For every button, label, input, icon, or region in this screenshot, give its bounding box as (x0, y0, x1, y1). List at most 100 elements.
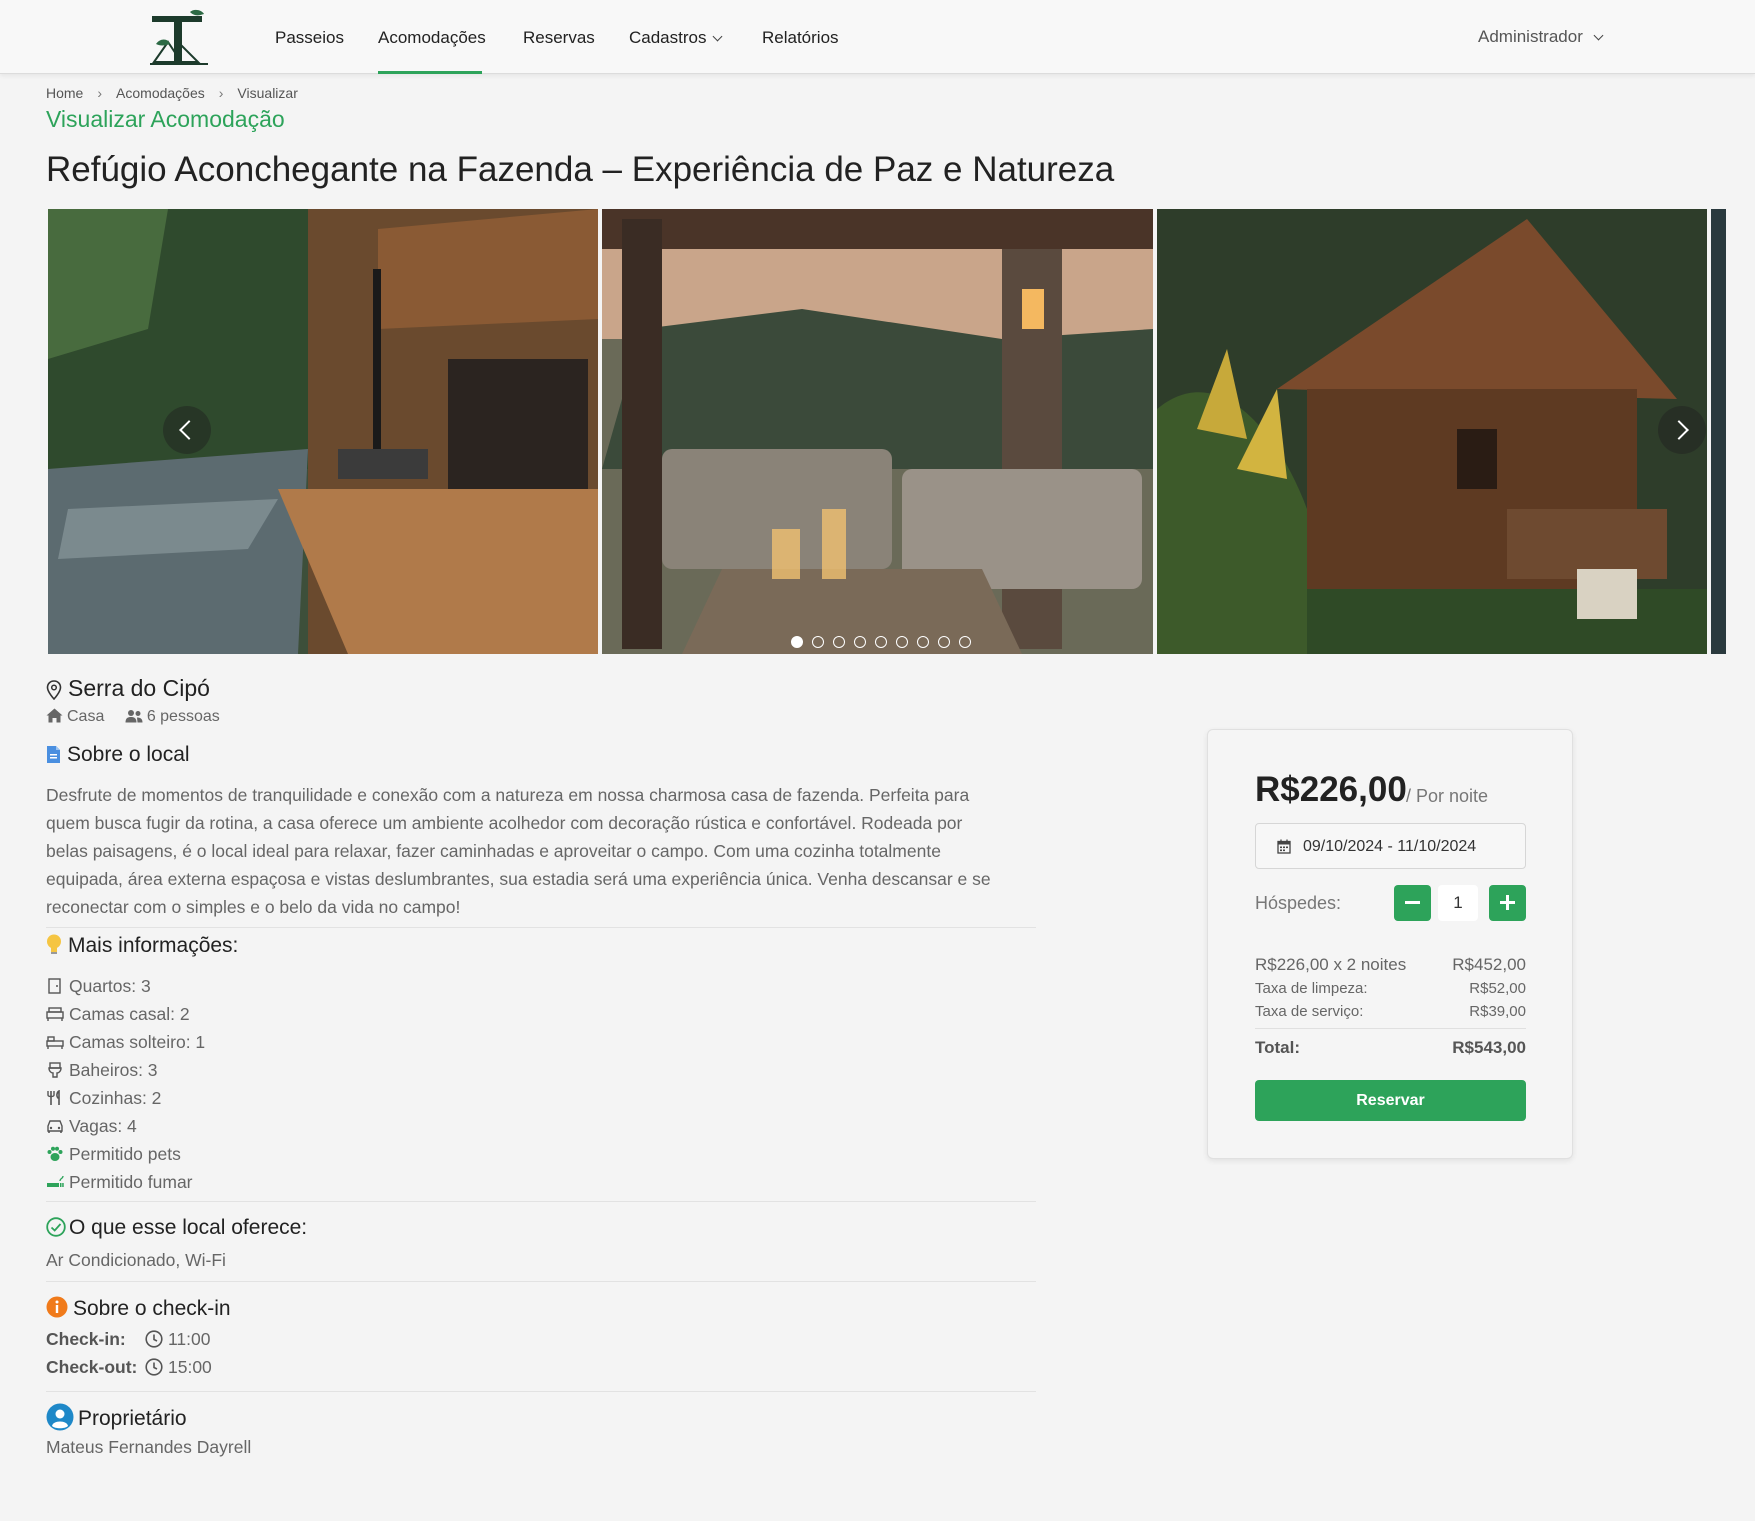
divider (1255, 1028, 1526, 1029)
guests-decrement-button[interactable] (1394, 885, 1431, 921)
booking-card: R$226,00 / Por noite 09/10/2024 - 11/10/… (1207, 729, 1573, 1159)
info-cozinhas: Cozinhas: 2 (69, 1088, 162, 1108)
carousel-dot[interactable] (959, 636, 971, 648)
carousel-dot[interactable] (812, 636, 824, 648)
checkin-time-value: 11:00 (168, 1329, 211, 1349)
cleaning-fee-value: R$52,00 (1469, 980, 1526, 997)
info-fumar: Permitido fumar (69, 1172, 193, 1192)
single-bed-icon (46, 1036, 64, 1049)
checkin-label: Check-in: (46, 1329, 126, 1349)
cleaning-fee-label: Taxa de limpeza: (1255, 980, 1368, 997)
info-icon (46, 1296, 68, 1318)
chevron-down-icon (713, 31, 723, 42)
clock-icon (145, 1330, 163, 1348)
nav-cadastros[interactable]: Cadastros (629, 28, 723, 48)
info-pets: Permitido pets (69, 1144, 181, 1164)
nights-label: R$226,00 x 2 noites (1255, 955, 1407, 974)
check-circle-icon (46, 1217, 66, 1237)
carousel-dot[interactable] (791, 636, 803, 648)
date-range-value: 09/10/2024 - 11/10/2024 (1303, 838, 1477, 855)
photo-carousel[interactable] (48, 209, 1726, 654)
nav-cadastros-label: Cadastros (629, 28, 707, 47)
page-subtitle: Visualizar Acomodação (46, 106, 285, 132)
carousel-dot[interactable] (833, 636, 845, 648)
top-navbar: Passeios Acomodações Reservas Cadastros … (0, 0, 1755, 74)
page-title: Refúgio Aconchegante na Fazenda – Experi… (46, 150, 1115, 189)
nights-value: R$452,00 (1452, 955, 1526, 974)
breadcrumb-separator-icon: › (218, 85, 224, 101)
carousel-dot[interactable] (896, 636, 908, 648)
date-range-picker[interactable]: 09/10/2024 - 11/10/2024 (1255, 823, 1526, 869)
carousel-prev-button[interactable] (163, 406, 211, 454)
location-name: Serra do Cipó (68, 675, 210, 701)
breadcrumb-acomodacoes[interactable]: Acomodações (116, 85, 205, 101)
list-item: Cozinhas: 2 (46, 1084, 205, 1112)
amenities-list: Ar Condicionado, Wi-Fi (46, 1250, 226, 1270)
breadcrumb-home[interactable]: Home (46, 85, 83, 101)
info-banheiros: Baheiros: 3 (69, 1060, 158, 1080)
logo-icon[interactable] (146, 8, 212, 68)
user-name: Administrador (1478, 27, 1583, 46)
list-item: Permitido fumar (46, 1168, 205, 1196)
more-info-heading-text: Mais informações: (68, 934, 239, 957)
nav-relatorios[interactable]: Relatórios (762, 28, 839, 48)
nav-reservas[interactable]: Reservas (523, 28, 595, 48)
property-type: Casa (67, 708, 105, 725)
carousel-dot[interactable] (917, 636, 929, 648)
list-item: Quartos: 3 (46, 972, 205, 1000)
more-info-heading: Mais informações: (46, 934, 238, 958)
service-fee-value: R$39,00 (1469, 1003, 1526, 1020)
carousel-dot[interactable] (875, 636, 887, 648)
door-icon (48, 978, 61, 994)
owner-heading: Proprietário (46, 1403, 187, 1431)
info-quartos: Quartos: 3 (69, 976, 151, 996)
divider (46, 1201, 1036, 1202)
reserve-button[interactable]: Reservar (1255, 1080, 1526, 1121)
calendar-icon (1277, 839, 1291, 854)
service-fee-label: Taxa de serviço: (1255, 1003, 1364, 1020)
smoking-icon (47, 1175, 64, 1187)
list-item: Permitido pets (46, 1140, 205, 1168)
amenities-heading: O que esse local oferece: (46, 1216, 307, 1240)
about-line: quem busca fugir da rotina, a casa ofere… (46, 813, 963, 833)
nav-passeios[interactable]: Passeios (275, 28, 344, 48)
checkout-time-value: 15:00 (168, 1357, 212, 1377)
double-bed-icon (46, 1007, 64, 1021)
about-line: equipada, área externa espaçosa e vistas… (46, 869, 991, 889)
utensils-icon (47, 1090, 60, 1105)
guests-increment-button[interactable] (1489, 885, 1526, 921)
carousel-next-button[interactable] (1658, 406, 1706, 454)
list-item: Camas solteiro: 1 (46, 1028, 205, 1056)
about-line: reconectar com o simples e o belo da vid… (46, 897, 461, 917)
checkout-time: 15:00 (145, 1357, 212, 1378)
nav-acomodacoes[interactable]: Acomodações (378, 28, 486, 48)
clock-icon (145, 1358, 163, 1376)
users-icon (125, 710, 143, 723)
chevron-left-icon (179, 420, 199, 440)
guests-count[interactable]: 1 (1438, 885, 1478, 921)
carousel-photo-next-peek (1711, 209, 1726, 654)
plus-icon (1506, 895, 1509, 910)
location: Serra do Cipó (46, 675, 210, 702)
checkin-heading-text: Sobre o check-in (73, 1297, 231, 1320)
total-label: Total: (1255, 1038, 1301, 1057)
capacity: 6 pessoas (146, 708, 220, 725)
chevron-down-icon (1593, 30, 1604, 41)
toilet-icon (48, 1062, 62, 1078)
carousel-dot[interactable] (854, 636, 866, 648)
paw-icon (47, 1146, 63, 1161)
amenities-heading-text: O que esse local oferece: (69, 1216, 308, 1239)
map-pin-icon (46, 680, 62, 700)
guests-label: Hóspedes: (1255, 893, 1342, 913)
owner-name: Mateus Fernandes Dayrell (46, 1437, 252, 1457)
total-value: R$543,00 (1452, 1038, 1526, 1057)
carousel-dot[interactable] (938, 636, 950, 648)
lightbulb-icon (47, 934, 61, 954)
about-description: Desfrute de momentos de tranquilidade e … (46, 781, 1026, 921)
divider (46, 927, 1036, 928)
info-camas-casal: Camas casal: 2 (69, 1004, 190, 1024)
user-menu[interactable]: Administrador (1478, 27, 1604, 47)
per-night-label: / Por noite (1406, 786, 1489, 806)
list-item: Camas casal: 2 (46, 1000, 205, 1028)
about-line: belas paisagens, é o local ideal para re… (46, 841, 941, 861)
